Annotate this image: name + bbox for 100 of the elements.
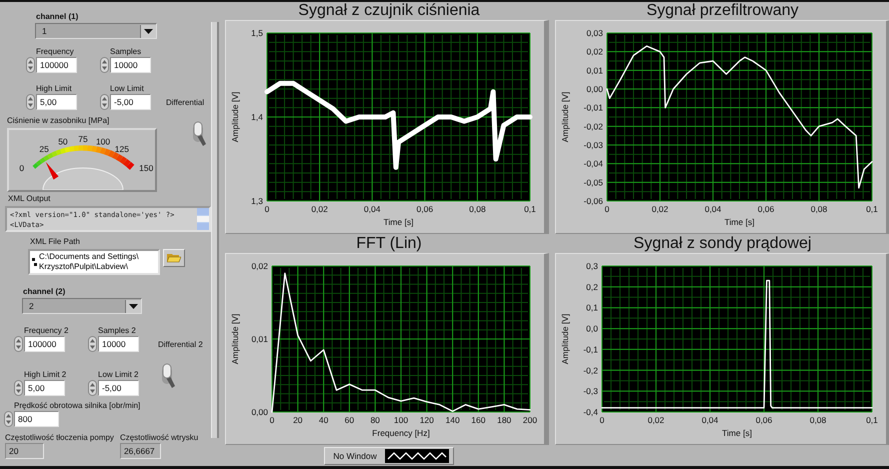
scale-label: 0 [19,162,24,173]
stepper-icon[interactable] [88,380,97,396]
tick-label: 0,0 [586,324,598,334]
caret-icon [129,304,138,308]
scale-label: 25 [39,144,49,154]
tick-label: 1,5 [251,28,263,38]
graph-title: Sygnał z czujnik ciśnienia [298,2,480,20]
tick-label: -0,2 [583,365,598,376]
channel-dropdown[interactable]: 1 [35,23,157,39]
tick-label: 0,2 [586,282,598,292]
path-icon [32,258,37,266]
tick-label: 0,06 [758,204,774,214]
gauge-needle[interactable] [46,162,59,180]
tick-label: -0,04 [584,158,603,169]
control-label: Frequency 2 [24,326,70,336]
scale-label: 50 [58,136,68,147]
control-label: Low Limit [110,84,145,94]
tick-label: 0 [600,415,604,425]
tick-label: -0,06 [584,196,603,206]
stepper-icon[interactable] [4,411,13,427]
control-label: High Limit [36,84,73,94]
number-field[interactable]: -5,00 [110,94,151,110]
tick-label: 1,4 [251,112,263,122]
scrollbar[interactable] [197,208,209,230]
folder-icon [167,253,181,263]
tick-label: 0,06 [416,204,434,214]
tick-label: 0,03 [586,28,603,38]
tick-label: 120 [420,415,434,425]
tick-label: 160 [471,415,486,425]
control-label: Prędkość obrotowa silnika [obr/min] [14,401,142,411]
value-display: 26,6667 [120,443,161,459]
number-field[interactable]: 100000 [36,57,77,73]
tick-label: 0,02 [251,261,268,271]
graph-title: Sygnał z sondy prądowej [634,235,812,253]
tick-label: 20 [293,415,303,425]
tick-label: 100 [394,415,408,425]
tick-label: -0,4 [583,407,598,417]
axis-title: Time [s] [384,217,414,227]
browse-button[interactable] [163,249,185,267]
tick-label: 0,08 [469,204,486,214]
tick-label: 1,3 [251,196,263,206]
scale-label: 75 [78,134,88,144]
number-field[interactable]: 5,00 [36,94,77,110]
number-field[interactable]: 800 [14,411,59,427]
zigzag-icon [384,449,449,463]
control-label: Frequency [36,47,75,57]
scale-label: 150 [139,162,154,173]
path-field[interactable]: C:\Documents and Settings\ Krzysztof\Pulpit\Labview\ [28,249,160,275]
tick-label: 200 [522,415,538,425]
number-field[interactable]: -5,00 [98,380,139,396]
number-field[interactable]: 10000 [110,57,151,73]
control-label: Częstotliwość tłoczenia pompy [5,433,114,443]
tick-label: 0,3 [586,261,598,271]
tick-label: 0,1 [866,204,878,214]
dropdown-label: channel (1) [36,12,80,22]
tick-label: -0,05 [584,177,603,188]
axis-title: Amplitude [V] [560,92,570,142]
stepper-icon[interactable] [14,380,23,396]
tick-label: 0,1 [586,302,598,313]
dropdown-label: channel (2) [23,287,66,297]
axis-title: Time [s] [724,217,754,227]
stepper-icon[interactable] [88,336,97,352]
value-display: 20 [5,443,44,459]
tick-label: 0,02 [652,204,668,214]
tick-label: 0,00 [586,84,603,94]
axis-title: Frequency [Hz] [372,428,430,438]
splitter-bar[interactable] [211,22,219,438]
graph-title: FFT (Lin) [356,235,422,253]
axis-title: Amplitude [V] [230,314,240,364]
number-field[interactable]: 10000 [98,336,139,352]
scale-label: 125 [114,144,129,154]
stepper-icon[interactable] [26,57,35,73]
window-selector[interactable]: No Window [324,447,454,465]
number-field[interactable]: 5,00 [24,380,65,396]
path-text: C:\Documents and Settings\ [39,252,139,262]
control-label: Samples [110,47,142,57]
stepper-icon[interactable] [14,336,23,352]
tick-label: 0,04 [364,204,380,214]
tick-label: 0,06 [756,415,772,425]
path-text: Krzysztof\Pulpit\Labview\ [39,262,129,272]
path-label: XML File Path [30,237,81,247]
axis-title: Time [s] [722,428,752,438]
number-field[interactable]: 100000 [24,336,65,352]
tick-label: 80 [370,415,380,425]
tick-label: 0,08 [810,204,828,214]
stepper-icon[interactable] [26,94,35,110]
channel-dropdown[interactable]: 2 [22,298,142,314]
control-label: High Limit 2 [24,370,68,380]
tick-label: 0,02 [311,204,328,214]
tick-label: 0 [604,204,610,214]
tick-label: 0,04 [704,204,722,214]
stepper-icon[interactable] [100,94,109,110]
caret-icon [144,28,153,34]
output-label: XML Output [8,194,52,204]
tick-label: 0,1 [524,204,536,214]
stepper-icon[interactable] [100,57,109,73]
tick-label: -0,3 [583,386,598,396]
gauge-label: Ciśnienie w zasobniku [MPa] [7,116,110,126]
tick-label: 40 [318,415,328,425]
tick-label: 0,01 [586,65,603,76]
